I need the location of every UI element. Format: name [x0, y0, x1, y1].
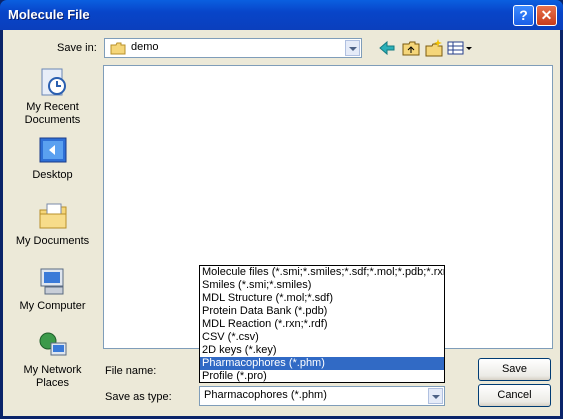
network-places-icon	[39, 332, 66, 356]
place-label: Desktop	[32, 169, 73, 181]
place-label: My Recent Documents	[24, 101, 81, 126]
dialog-body: Save in: demo My Recent Documents Deskto…	[3, 30, 560, 416]
folder-icon	[110, 42, 126, 55]
save-as-type-select[interactable]: Pharmacophores (*.phm)	[199, 386, 445, 406]
save-in-dropdown-button[interactable]	[345, 40, 360, 56]
dropdown-option[interactable]: Profile (*.pro)	[200, 370, 444, 382]
up-folder-icon[interactable]	[401, 38, 421, 58]
molecule-file-dialog: Molecule File ? ✕ Save in: demo My Recen…	[0, 0, 563, 419]
save-in-value: demo	[131, 41, 159, 53]
place-desktop[interactable]: Desktop	[9, 134, 96, 182]
dropdown-option[interactable]: MDL Structure (*.mol;*.sdf)	[200, 292, 444, 305]
save-as-type-dropdown-button[interactable]	[428, 388, 443, 404]
window-title: Molecule File	[8, 7, 90, 22]
dropdown-option[interactable]: CSV (*.csv)	[200, 331, 444, 344]
place-my-documents[interactable]: My Documents	[9, 200, 96, 248]
place-my-computer[interactable]: My Computer	[9, 265, 96, 313]
dropdown-option[interactable]: Smiles (*.smi;*.smiles)	[200, 279, 444, 292]
desktop-icon	[39, 137, 66, 163]
places-bar: My Recent Documents Desktop My Documents	[9, 64, 96, 404]
views-menu-icon[interactable]	[447, 38, 473, 58]
title-bar[interactable]: Molecule File ? ✕	[0, 0, 563, 30]
close-button[interactable]: ✕	[536, 5, 557, 26]
help-button[interactable]: ?	[513, 5, 534, 26]
close-icon: ✕	[540, 7, 553, 23]
back-icon[interactable]	[377, 38, 397, 58]
dropdown-option[interactable]: MDL Reaction (*.rxn;*.rdf)	[200, 318, 444, 331]
help-icon: ?	[519, 7, 528, 23]
my-documents-icon	[39, 203, 66, 229]
save-in-combo[interactable]: demo	[104, 38, 362, 58]
file-name-label: File name:	[105, 365, 157, 377]
dropdown-option[interactable]: Molecule files (*.smi;*.smiles;*.sdf;*.m…	[200, 266, 444, 279]
place-label: My Computer	[19, 300, 86, 312]
save-as-type-label: Save as type:	[105, 391, 172, 403]
save-in-label: Save in:	[57, 42, 97, 54]
cancel-button[interactable]: Cancel	[478, 384, 551, 407]
dropdown-option[interactable]: Protein Data Bank (*.pdb)	[200, 305, 444, 318]
new-folder-icon[interactable]	[424, 38, 444, 58]
recent-documents-icon	[41, 68, 66, 96]
save-button[interactable]: Save	[478, 358, 551, 381]
place-my-recent-documents[interactable]: My Recent Documents	[9, 66, 96, 127]
dropdown-option[interactable]: 2D keys (*.key)	[200, 344, 444, 357]
dropdown-option-selected[interactable]: Pharmacophores (*.phm)	[200, 357, 444, 370]
my-computer-icon	[40, 268, 63, 295]
save-as-type-value: Pharmacophores (*.phm)	[204, 389, 327, 401]
place-label: My Documents	[15, 235, 90, 247]
place-my-network-places[interactable]: My Network Places	[9, 329, 96, 390]
place-label: My Network Places	[23, 364, 82, 389]
save-as-type-dropdown-list[interactable]: Molecule files (*.smi;*.smiles;*.sdf;*.m…	[199, 265, 445, 383]
